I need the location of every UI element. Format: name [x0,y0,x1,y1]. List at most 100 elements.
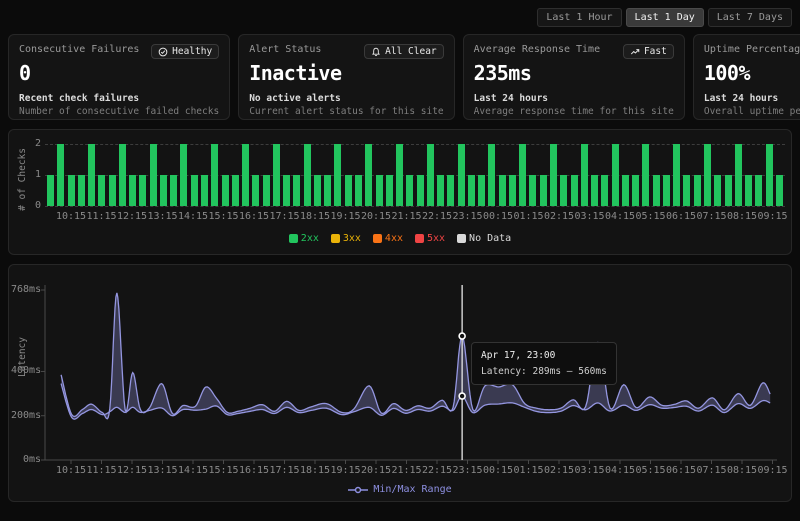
status-bar-2xx[interactable] [386,175,393,206]
legend-swatch [373,234,382,243]
status-bar-2xx[interactable] [324,175,331,206]
status-bar-2xx[interactable] [509,175,516,206]
status-bar-2xx[interactable] [540,175,547,206]
status-bar-2xx[interactable] [406,175,413,206]
status-bar-2xx[interactable] [755,175,762,206]
status-bar-2xx[interactable] [468,175,475,206]
status-bar-2xx[interactable] [704,144,711,206]
status-bar-2xx[interactable] [334,144,341,206]
latency-x-tick-label: 06:15 [666,465,696,476]
stat-cards-row: Consecutive Failures Healthy 0 Recent ch… [0,27,800,120]
status-bar-2xx[interactable] [694,175,701,206]
status-bar-2xx[interactable] [417,175,424,206]
status-bar-2xx[interactable] [78,175,85,206]
status-bar-2xx[interactable] [735,144,742,206]
status-bar-2xx[interactable] [437,175,444,206]
badge-label: Fast [644,46,667,57]
status-bar-2xx[interactable] [68,175,75,206]
status-bar-2xx[interactable] [252,175,259,206]
status-bar-2xx[interactable] [242,144,249,206]
latency-x-tick-label: 09:15 [757,465,787,476]
latency-x-tick-label: 00:15 [483,465,513,476]
status-bar-2xx[interactable] [109,175,116,206]
status-bar-2xx[interactable] [683,175,690,206]
status-bar-2xx[interactable] [581,144,588,206]
status-bar-2xx[interactable] [304,144,311,206]
status-bar-2xx[interactable] [222,175,229,206]
status-bar-2xx[interactable] [232,175,239,206]
status-bar-2xx[interactable] [88,144,95,206]
status-bar-2xx[interactable] [273,144,280,206]
status-bar-2xx[interactable] [211,144,218,206]
status-bar-2xx[interactable] [427,144,434,206]
status-bar-2xx[interactable] [591,175,598,206]
status-bar-2xx[interactable] [673,144,680,206]
status-bar-2xx[interactable] [499,175,506,206]
status-bar-2xx[interactable] [191,175,198,206]
status-badge: Healthy [151,44,219,59]
status-bar-2xx[interactable] [642,144,649,206]
latency-y-tick: 768ms [11,284,41,295]
checks-x-tick-label: 19:15 [330,211,360,222]
status-bar-2xx[interactable] [345,175,352,206]
status-bar-2xx[interactable] [519,144,526,206]
status-bar-2xx[interactable] [529,175,536,206]
card-title: Average Response Time [474,44,600,55]
time-range-button-1day[interactable]: Last 1 Day [626,8,704,27]
status-bar-2xx[interactable] [612,144,619,206]
status-bar-2xx[interactable] [601,175,608,206]
status-bar-2xx[interactable] [478,175,485,206]
latency-x-axis-labels: 10:1511:1512:1513:1514:1515:1516:1517:15… [45,465,785,477]
status-bar-2xx[interactable] [160,175,167,206]
status-bar-2xx[interactable] [725,175,732,206]
status-bar-2xx[interactable] [180,144,187,206]
status-bar-2xx[interactable] [632,175,639,206]
status-bar-2xx[interactable] [47,175,54,206]
status-bar-2xx[interactable] [283,175,290,206]
card-title: Uptime Percentage [704,44,800,55]
status-bar-2xx[interactable] [663,175,670,206]
status-bar-2xx[interactable] [776,175,783,206]
stat-card-alert-status: Alert Status All Clear Inactive No activ… [238,34,454,120]
status-bar-2xx[interactable] [714,175,721,206]
status-bar-2xx[interactable] [150,144,157,206]
status-bar-2xx[interactable] [57,144,64,206]
status-bar-2xx[interactable] [365,144,372,206]
status-bar-2xx[interactable] [119,144,126,206]
card-description: Overall uptime percentage for this site [704,106,800,117]
latency-x-tick-label: 03:15 [574,465,604,476]
latency-minmax-area-chart[interactable] [45,279,777,469]
status-bar-2xx[interactable] [550,144,557,206]
status-bar-2xx[interactable] [745,175,752,206]
status-bar-2xx[interactable] [129,175,136,206]
legend-label: 2xx [301,233,319,244]
card-subtitle: Last 24 hours [474,93,674,104]
latency-x-tick-label: 13:15 [147,465,177,476]
checks-x-tick-label: 20:15 [361,211,391,222]
status-bar-2xx[interactable] [263,175,270,206]
legend-item-3xx: 3xx [331,233,361,244]
status-bar-2xx[interactable] [447,175,454,206]
status-bar-2xx[interactable] [201,175,208,206]
status-bar-2xx[interactable] [571,175,578,206]
status-bar-2xx[interactable] [314,175,321,206]
status-bar-2xx[interactable] [560,175,567,206]
status-bar-2xx[interactable] [396,144,403,206]
status-bar-2xx[interactable] [766,144,773,206]
status-bar-2xx[interactable] [98,175,105,206]
status-bar-2xx[interactable] [293,175,300,206]
status-bar-2xx[interactable] [653,175,660,206]
checks-plot-area[interactable] [45,144,785,207]
status-bar-2xx[interactable] [458,144,465,206]
status-bar-2xx[interactable] [488,144,495,206]
latency-x-tick-label: 10:15 [56,465,86,476]
status-bar-2xx[interactable] [139,175,146,206]
status-bar-2xx[interactable] [622,175,629,206]
time-range-button-1hour[interactable]: Last 1 Hour [537,8,621,27]
status-bar-2xx[interactable] [355,175,362,206]
status-bar-2xx[interactable] [170,175,177,206]
card-description: Average response time for this site [474,106,674,117]
status-bar-2xx[interactable] [376,175,383,206]
time-range-button-7days[interactable]: Last 7 Days [708,8,792,27]
latency-x-tick-label: 19:15 [330,465,360,476]
